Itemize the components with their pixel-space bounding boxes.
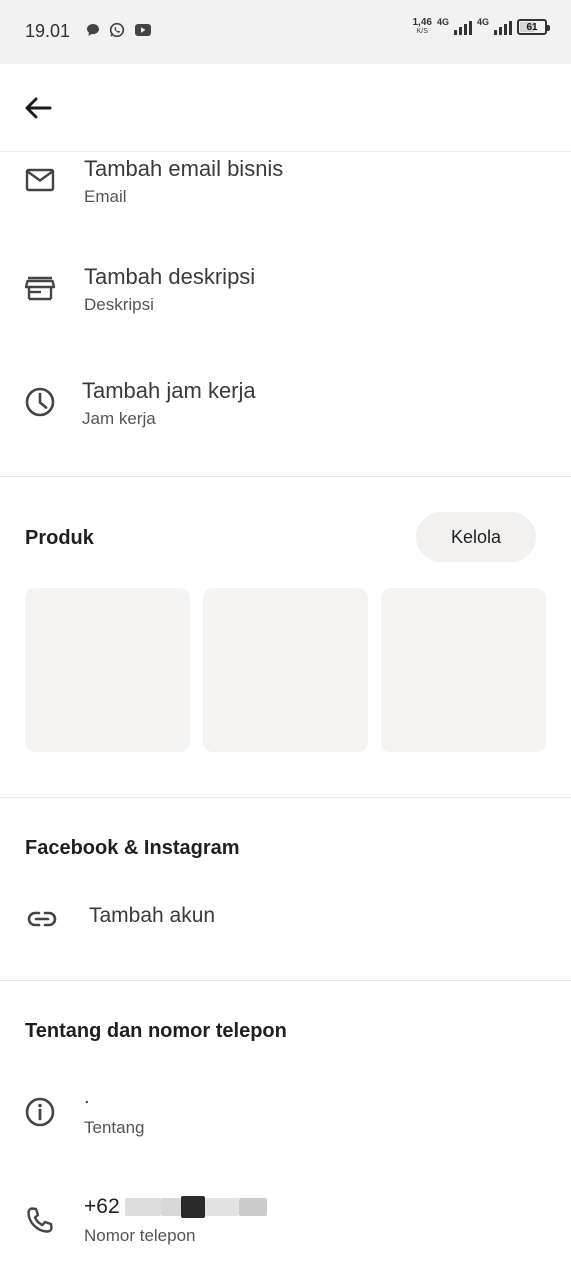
- row-title: Tambah deskripsi: [84, 264, 256, 289]
- redacted-block: [161, 1198, 182, 1217]
- row-add-business-email[interactable]: Tambah email bisnis Email: [0, 152, 571, 242]
- mail-icon: [25, 168, 55, 192]
- phone-prefix: +62: [84, 1195, 120, 1218]
- about-section-title: Tentang dan nomor telepon: [25, 1020, 287, 1042]
- info-icon: [25, 1097, 55, 1127]
- redacted-block: [205, 1198, 240, 1217]
- network-speed-unit: K/S: [416, 28, 428, 35]
- status-time: 19.01: [25, 21, 71, 41]
- chat-bubble-icon: [87, 24, 99, 36]
- app-bar: [0, 64, 571, 152]
- row-about[interactable]: . Tentang: [0, 1080, 571, 1150]
- row-title: Tambah akun: [89, 904, 216, 927]
- product-card[interactable]: [203, 588, 368, 752]
- row-add-description[interactable]: Tambah deskripsi Deskripsi: [0, 250, 571, 350]
- row-add-account[interactable]: Tambah akun: [0, 890, 571, 950]
- manage-products-button[interactable]: Kelola: [416, 512, 536, 562]
- battery-icon: 61: [517, 19, 550, 35]
- product-card[interactable]: [381, 588, 546, 752]
- row-add-working-hours[interactable]: Tambah jam kerja Jam kerja: [0, 362, 571, 462]
- phone-icon: [27, 1207, 53, 1233]
- row-subtitle: Deskripsi: [84, 295, 154, 314]
- product-card[interactable]: [25, 588, 190, 752]
- status-bar: 19.01 1,46 K/S 4G 4G 61: [0, 0, 571, 64]
- phone-value: +62: [84, 1195, 268, 1219]
- signal-icon-1: [453, 19, 472, 35]
- row-subtitle: Jam kerja: [82, 409, 156, 428]
- redacted-block: [239, 1198, 268, 1217]
- back-arrow-icon[interactable]: [22, 92, 54, 124]
- about-value: .: [84, 1086, 90, 1108]
- row-phone[interactable]: +62 Nomor telepon: [0, 1190, 571, 1260]
- battery-level: 61: [526, 21, 538, 33]
- row-subtitle: Tentang: [84, 1118, 145, 1137]
- redacted-block: [125, 1198, 162, 1217]
- signal-icon-2: [494, 19, 512, 35]
- network-type-1: 4G: [436, 17, 449, 27]
- whatsapp-icon: [109, 22, 125, 38]
- divider: [0, 476, 571, 477]
- redacted-block: [181, 1196, 206, 1219]
- row-title: Tambah email bisnis: [84, 156, 284, 181]
- network-speed: 1,46 K/S: [413, 18, 432, 36]
- network-type-2: 4G: [476, 17, 489, 27]
- divider: [0, 980, 571, 981]
- youtube-icon: [135, 24, 151, 36]
- row-title: Tambah jam kerja: [82, 378, 256, 403]
- clock-icon: [25, 387, 55, 417]
- store-icon: [24, 276, 56, 301]
- notification-icons: [86, 22, 152, 38]
- link-icon: [27, 911, 57, 927]
- row-subtitle: Nomor telepon: [84, 1226, 196, 1245]
- products-section-title: Produk: [25, 527, 94, 549]
- social-section-title: Facebook & Instagram: [25, 837, 240, 859]
- row-subtitle: Email: [84, 187, 127, 206]
- divider: [0, 797, 571, 798]
- status-right: 1,46 K/S 4G 4G 61: [413, 17, 550, 36]
